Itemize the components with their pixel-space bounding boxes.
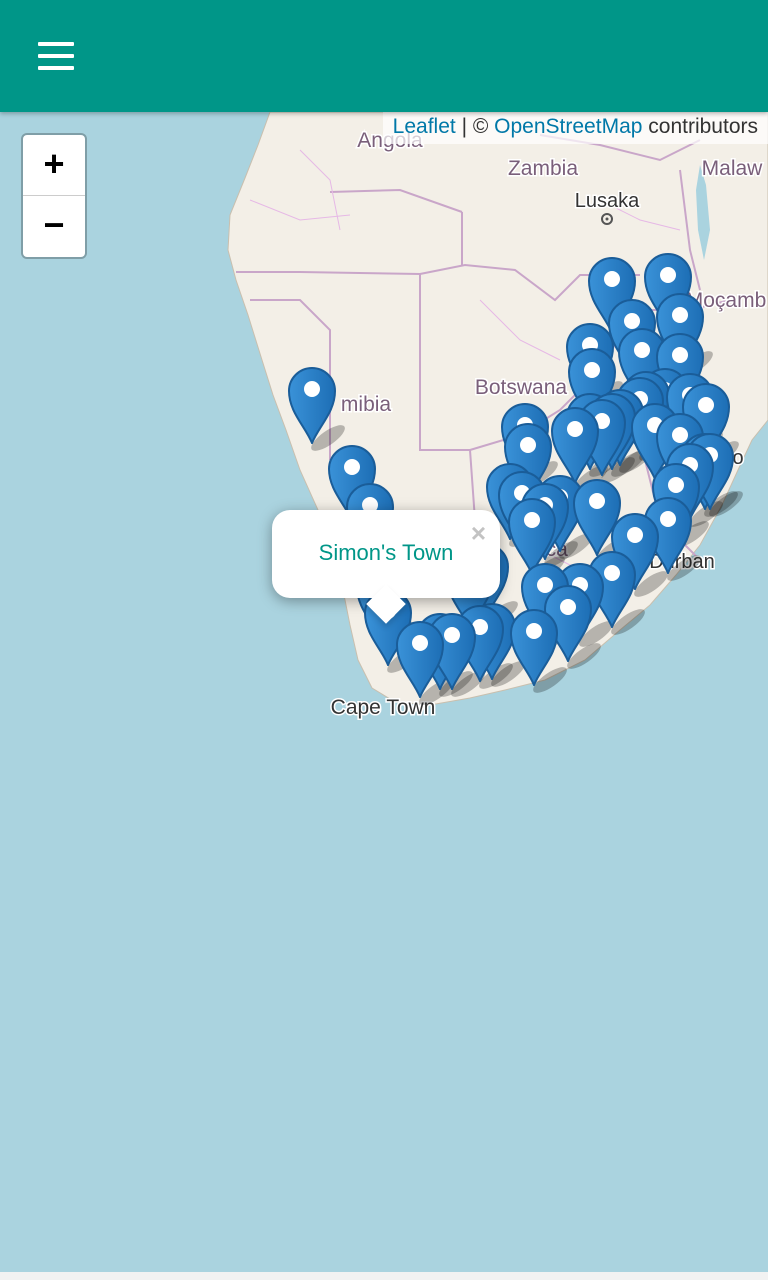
zoom-in-button[interactable]: + — [23, 135, 85, 196]
label-lusaka: Lusaka — [575, 190, 640, 212]
label-botswana: Botswana — [475, 376, 568, 399]
hamburger-menu-icon[interactable] — [22, 30, 90, 82]
map-view[interactable]: Angola Zambia Lusaka Malaw Moçamb mibia … — [0, 112, 768, 1272]
label-cape-town: Cape Town — [331, 696, 436, 719]
label-malawi: Malaw — [702, 157, 764, 180]
zoom-control: + − — [21, 133, 87, 259]
label-namibia: mibia — [341, 393, 392, 416]
app-bar — [0, 0, 768, 112]
zoom-out-button[interactable]: − — [23, 196, 85, 256]
label-zambia: Zambia — [508, 157, 578, 180]
popup-title[interactable]: Simon's Town — [272, 540, 500, 566]
map-attribution: Leaflet | © OpenStreetMap contributors — [382, 112, 768, 144]
openstreetmap-link[interactable]: OpenStreetMap — [494, 115, 642, 138]
leaflet-link[interactable]: Leaflet — [393, 115, 456, 138]
marker-popup: × Simon's Town — [272, 510, 500, 624]
attribution-suffix: contributors — [642, 115, 758, 138]
map-tiles: Angola Zambia Lusaka Malaw Moçamb mibia … — [227, 112, 768, 721]
attribution-separator: | © — [455, 115, 495, 138]
bottom-strip — [0, 1272, 768, 1280]
